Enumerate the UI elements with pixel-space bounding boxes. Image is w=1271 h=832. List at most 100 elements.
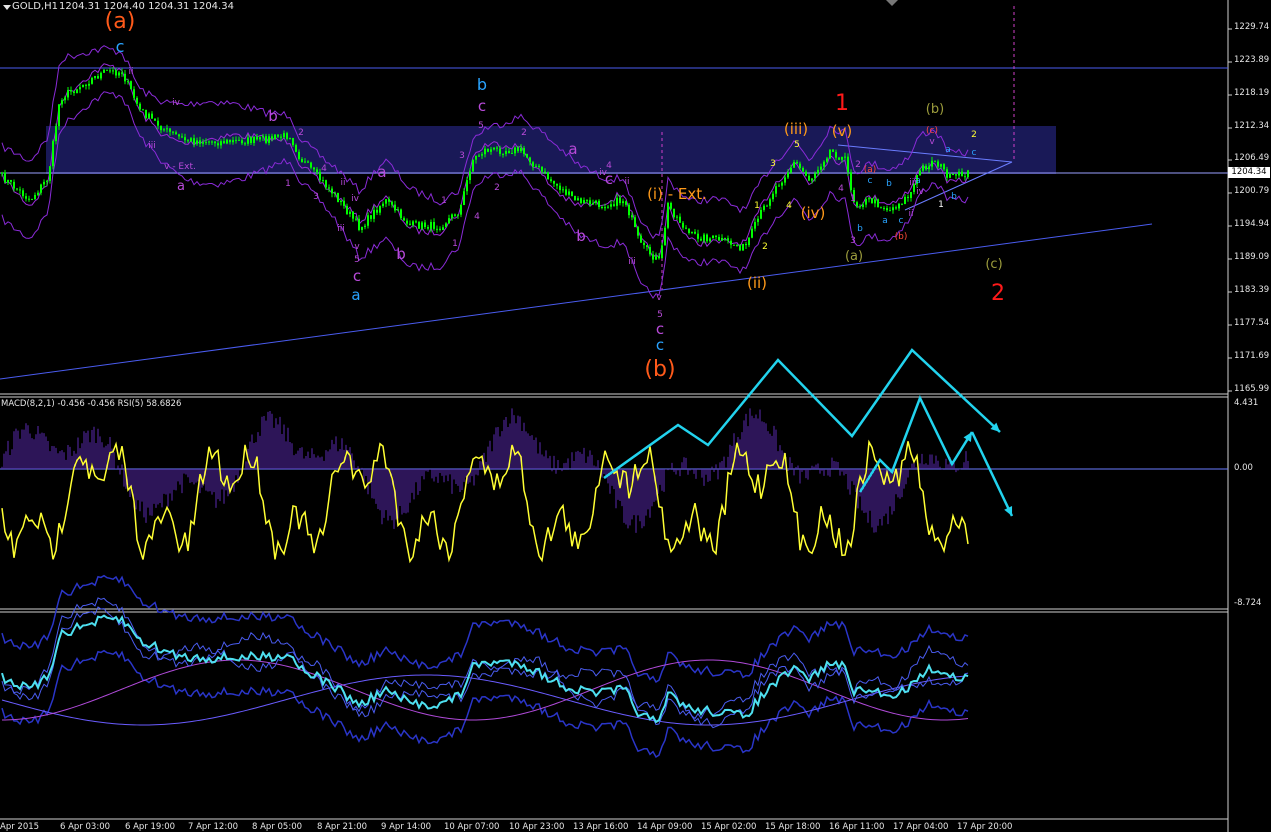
candle-body <box>70 90 72 92</box>
wave-label: 1 <box>285 179 291 189</box>
candle-body <box>421 222 423 229</box>
candle-body <box>157 120 159 126</box>
wave-label: ii <box>128 67 133 77</box>
candle-body <box>442 227 444 230</box>
candle-body <box>403 218 405 221</box>
candle-body <box>349 211 351 214</box>
candle-body <box>628 204 630 216</box>
candle-body <box>721 238 723 241</box>
candle-body <box>613 204 615 206</box>
candle-body <box>112 70 114 72</box>
candle-body <box>100 72 102 79</box>
wave-label: 3 <box>459 151 465 161</box>
chart-canvas[interactable]: (a)ciiiviiiv - Ext.ab2143iiiviiiv5caabbc… <box>0 0 1271 832</box>
candle-body <box>88 83 90 86</box>
candle-body <box>220 141 222 146</box>
candle-body <box>391 201 393 205</box>
candle-body <box>340 200 342 203</box>
wave-label: (i) - Ext. <box>647 185 707 203</box>
osc-band-inner <box>1 606 969 729</box>
consolidation-box <box>46 126 1056 174</box>
candle-body <box>475 155 477 160</box>
candle-body <box>133 89 135 98</box>
candle-body <box>259 137 261 140</box>
candle-body <box>493 147 495 150</box>
candle-body <box>46 180 48 182</box>
candle-body <box>10 179 12 182</box>
candle-body <box>538 165 540 167</box>
time-tick: 8 Apr 05:00 <box>252 822 303 832</box>
candle-body <box>370 215 372 219</box>
candle-body <box>94 76 96 78</box>
candle-body <box>379 206 381 213</box>
candle-body <box>757 218 759 223</box>
wave-label: 2 <box>971 130 977 140</box>
candle-body <box>181 136 183 138</box>
candle-body <box>13 181 15 189</box>
candle-body <box>718 237 720 241</box>
candle-body <box>235 139 237 141</box>
candle-body <box>922 165 924 171</box>
candle-body <box>364 225 366 227</box>
price-tick: 1223.89 <box>1234 55 1270 65</box>
candle-body <box>847 156 849 173</box>
candle-body <box>163 129 165 131</box>
candle-body <box>352 211 354 219</box>
candle-body <box>496 147 498 149</box>
wave-label: c <box>972 148 977 158</box>
candle-body <box>232 140 234 143</box>
candle-body <box>184 137 186 141</box>
wave-label: 5 <box>478 121 484 131</box>
wave-label: 1 <box>441 196 447 206</box>
candle-body <box>742 243 744 251</box>
candle-body <box>964 176 966 178</box>
wave-label: a <box>945 145 951 155</box>
candle-body <box>694 231 696 234</box>
time-tick: 8 Apr 21:00 <box>317 822 368 832</box>
candle-body <box>49 166 51 181</box>
candle-body <box>172 131 174 133</box>
wave-label: 1 <box>938 200 944 210</box>
wave-label: iii <box>337 224 345 234</box>
wave-label: (b) <box>644 357 675 382</box>
candle-body <box>844 156 846 158</box>
candle-body <box>328 187 330 189</box>
wave-label: (b) <box>895 232 908 242</box>
wave-label: 2 <box>855 160 861 170</box>
candle-body <box>751 228 753 238</box>
candle-body <box>709 238 711 242</box>
candle-body <box>793 162 795 168</box>
candle-body <box>763 205 765 210</box>
candle-body <box>262 136 264 138</box>
candle-body <box>37 192 39 195</box>
candle-body <box>811 178 813 181</box>
candle-body <box>466 180 468 192</box>
candle-body <box>940 164 942 167</box>
wave-label: ii <box>908 209 913 219</box>
current-price-tag: 1204.34 <box>1228 167 1270 178</box>
wave-label: a <box>351 286 360 304</box>
candle-body <box>307 161 309 163</box>
candle-body <box>637 227 639 236</box>
candle-body <box>325 180 327 188</box>
wave-label: 4 <box>786 201 792 211</box>
candle-body <box>868 198 870 200</box>
candle-body <box>292 138 294 146</box>
time-tick: 15 Apr 02:00 <box>701 822 757 832</box>
wave-label: (c) <box>926 126 938 136</box>
candle-body <box>814 173 816 179</box>
wave-label: b <box>477 75 487 94</box>
candle-body <box>394 204 396 211</box>
candle-body <box>859 206 861 208</box>
candle-body <box>820 166 822 170</box>
candle-body <box>457 214 459 216</box>
candle-body <box>529 157 531 163</box>
candle-body <box>523 148 525 154</box>
rsi-line <box>1 439 969 564</box>
candle-body <box>715 235 717 238</box>
candle-body <box>451 214 453 219</box>
candle-body <box>682 222 684 228</box>
candle-body <box>169 128 171 132</box>
candle-body <box>415 221 417 223</box>
time-tick: 15 Apr 18:00 <box>765 822 821 832</box>
